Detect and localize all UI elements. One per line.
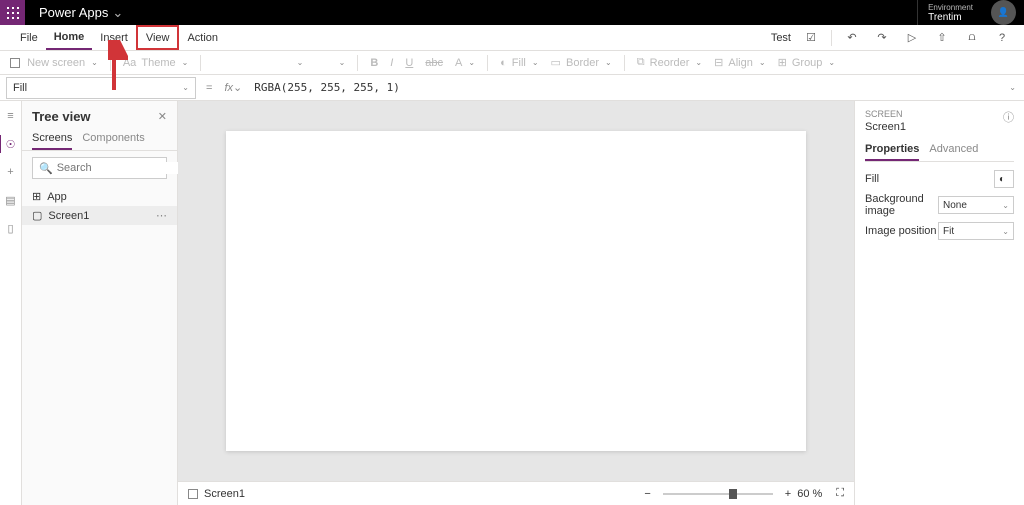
prop-bgimage-label: Background image <box>865 193 938 217</box>
font-select[interactable]: ⌄ <box>213 58 303 67</box>
select-screen-checkbox[interactable] <box>188 489 198 499</box>
prop-fill-label: Fill <box>865 173 879 185</box>
zoom-value: 60 % <box>797 488 822 500</box>
app-checker-icon[interactable]: ☑ <box>801 28 821 48</box>
rail-hamburger-icon[interactable]: ≡ <box>4 109 18 123</box>
close-icon[interactable]: ✕ <box>158 110 167 123</box>
fontcolor-button[interactable]: A⌄ <box>455 57 475 69</box>
more-icon[interactable]: ⋯ <box>156 209 167 222</box>
fill-button[interactable]: ◐ Fill⌄ <box>500 57 538 69</box>
rpanel-tab-advanced[interactable]: Advanced <box>929 139 978 161</box>
reorder-button[interactable]: ⧉ Reorder⌄ <box>637 56 702 69</box>
underline-button[interactable]: U <box>405 57 413 69</box>
prop-imgpos-label: Image position <box>865 225 937 237</box>
theme-button[interactable]: Aа Theme⌄ <box>123 57 188 69</box>
app-icon: ⊞ <box>32 190 41 203</box>
search-icon: 🔍 <box>39 162 53 175</box>
separator <box>624 55 625 71</box>
tree-title: Tree view <box>32 109 91 124</box>
rpanel-object-name: Screen1 <box>865 121 906 133</box>
border-button[interactable]: ▭ Border⌄ <box>551 56 612 69</box>
brand-title[interactable]: Power Apps⌄ <box>25 5 137 21</box>
tree-tab-components[interactable]: Components <box>82 128 144 150</box>
rpanel-tab-properties[interactable]: Properties <box>865 139 919 161</box>
italic-button[interactable]: I <box>390 57 393 69</box>
info-icon[interactable]: ⓘ <box>1003 109 1014 139</box>
equals-label: = <box>200 82 218 94</box>
tree-tab-screens[interactable]: Screens <box>32 128 72 150</box>
tree-search[interactable]: 🔍 <box>32 157 167 179</box>
separator <box>357 55 358 71</box>
separator <box>110 55 111 71</box>
zoom-slider[interactable] <box>663 493 773 495</box>
status-screen-label: Screen1 <box>204 488 245 500</box>
expand-formula-icon[interactable]: ⌄ <box>1009 83 1016 92</box>
tab-insert[interactable]: Insert <box>92 25 136 50</box>
tab-view[interactable]: View <box>136 25 180 50</box>
zoom-out-button[interactable]: − <box>644 488 650 500</box>
strike-button[interactable]: abc <box>425 57 443 69</box>
property-selector[interactable]: Fill⌄ <box>6 77 196 99</box>
rail-data-icon[interactable]: ▤ <box>4 193 18 207</box>
fontsize-select[interactable]: ⌄ <box>315 58 345 67</box>
redo-icon[interactable]: ↷ <box>872 28 892 48</box>
save-icon[interactable]: ⩍ <box>962 28 982 48</box>
environment-picker[interactable]: Environment Trentim <box>917 0 983 25</box>
tab-file[interactable]: File <box>12 25 46 50</box>
prop-fill-control[interactable]: ◐ <box>994 170 1014 188</box>
align-button[interactable]: ⊟ Align⌄ <box>714 56 765 69</box>
undo-icon[interactable]: ↶ <box>842 28 862 48</box>
canvas-screen[interactable] <box>226 131 806 451</box>
avatar[interactable]: 👤 <box>991 0 1016 25</box>
screen-icon: ▢ <box>32 209 42 222</box>
tab-action[interactable]: Action <box>179 25 226 50</box>
tree-item-screen1[interactable]: ▢ Screen1 ⋯ <box>22 206 177 225</box>
formula-input[interactable]: RGBA(255, 255, 255, 1) <box>248 81 1005 94</box>
bold-button[interactable]: B <box>370 57 378 69</box>
rail-media-icon[interactable]: ▯ <box>4 221 18 235</box>
help-icon[interactable]: ? <box>992 28 1012 48</box>
chevron-down-icon: ⌄ <box>112 5 123 20</box>
separator <box>200 55 201 71</box>
tab-home[interactable]: Home <box>46 25 93 50</box>
rail-insert-icon[interactable]: + <box>4 165 18 179</box>
fit-icon[interactable]: ⛶ <box>836 487 844 500</box>
fx-label: fx⌄ <box>218 81 248 94</box>
prop-bgimage-dropdown[interactable]: None⌄ <box>938 196 1014 214</box>
app-launcher-icon[interactable] <box>0 0 25 25</box>
tree-item-app[interactable]: ⊞ App <box>22 187 177 206</box>
new-screen-button[interactable]: New screen⌄ <box>10 57 98 69</box>
preview-icon[interactable]: ▷ <box>902 28 922 48</box>
share-icon[interactable]: ⇧ <box>932 28 952 48</box>
rail-tree-icon[interactable]: ☉ <box>4 137 18 151</box>
zoom-in-button[interactable]: + <box>785 488 791 500</box>
prop-imgpos-dropdown[interactable]: Fit⌄ <box>938 222 1014 240</box>
rpanel-section-label: SCREEN <box>865 109 906 119</box>
separator <box>831 30 832 46</box>
test-button[interactable]: Test <box>771 32 791 44</box>
separator <box>487 55 488 71</box>
group-button[interactable]: ⊞ Group⌄ <box>778 56 836 69</box>
